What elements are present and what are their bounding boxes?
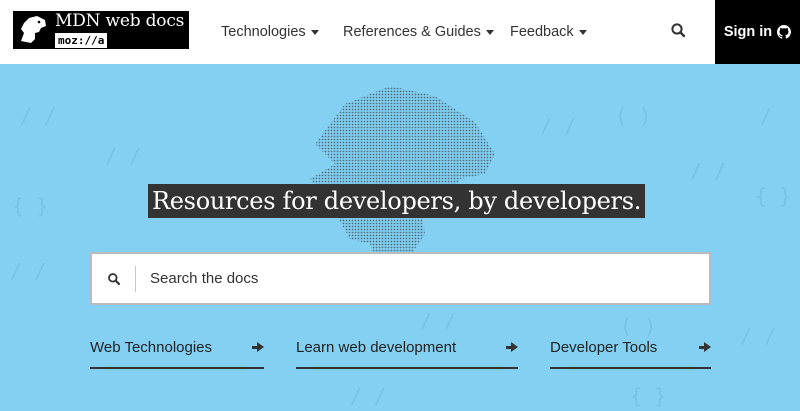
logo-title: MDN web docs [55,11,185,31]
github-icon [777,25,792,39]
decorative-glyph: / / [690,159,727,183]
site-header: MDN web docs moz://a Technologies Refere… [0,0,800,64]
caret-down-icon [485,29,494,35]
caret-down-icon [578,29,587,35]
caret-down-icon [310,29,319,35]
arrow-right-icon [699,337,711,359]
arrow-right-icon [252,337,264,359]
decorative-glyph: / / [540,114,577,138]
quicklink-developer-tools[interactable]: Developer Tools [550,337,711,369]
decorative-glyph: { } [755,184,792,208]
dinosaur-icon [21,16,46,43]
decorative-glyph: { } [630,384,667,408]
decorative-glyph: { } [12,194,49,218]
decorative-glyph: / / [20,104,57,128]
quicklink-label: Developer Tools [550,339,658,356]
arrow-right-icon [506,337,518,359]
mozilla-wordmark: moz://a [55,33,108,48]
quicklink-label: Learn web development [296,339,457,356]
decorative-glyph: / / [740,324,777,348]
decorative-glyph: / [760,104,773,128]
decorative-glyph: ( ) [615,104,652,128]
nav-references-guides[interactable]: References & Guides [343,24,494,40]
decorative-glyph: / / [420,309,457,333]
dinosaur-illustration [310,86,495,269]
mdn-logo[interactable]: MDN web docs moz://a [13,11,189,49]
nav-technologies-label: Technologies [221,24,306,40]
sign-in-label: Sign in [723,24,773,40]
nav-technologies[interactable]: Technologies [221,24,319,40]
nav-feedback[interactable]: Feedback [510,24,587,40]
search-icon [107,272,120,285]
hero: / / { } / / / / / / ( ) / / / { } / / ( … [0,64,800,411]
docs-search-box [90,252,711,305]
hero-headline: Resources for developers, by developers. [148,184,646,218]
decorative-glyph: / / [350,384,387,408]
search-field-icon-wrapper [92,265,136,292]
nav-references-guides-label: References & Guides [343,24,481,40]
search-input[interactable] [136,270,676,287]
quicklink-web-technologies[interactable]: Web Technologies [90,337,264,369]
decorative-glyph: / / [10,259,47,283]
quicklink-learn-web-development[interactable]: Learn web development [296,337,518,369]
search-icon[interactable] [668,20,690,42]
decorative-glyph: ( ) [620,314,657,338]
sign-in-button[interactable]: Sign in [715,0,800,64]
nav-feedback-label: Feedback [510,24,574,40]
quicklink-label: Web Technologies [90,339,213,356]
decorative-glyph: / / [105,144,142,168]
